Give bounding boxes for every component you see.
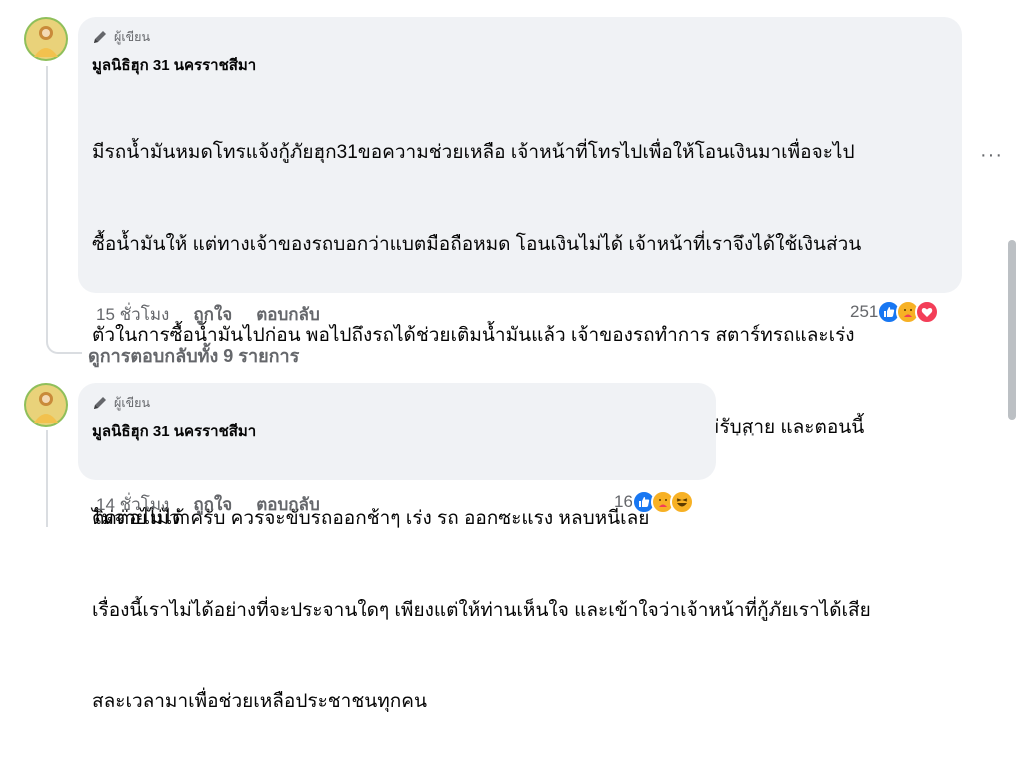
- more-options-button[interactable]: ···: [734, 423, 757, 446]
- comment-line: มีรถน้ำมันหมดโทรแจ้งกู้ภัยฮุก31ขอความช่ว…: [92, 142, 855, 163]
- author-badge-label: ผู้เขียน: [114, 396, 151, 410]
- author-badge: ผู้เขียน: [92, 394, 704, 412]
- reply-button[interactable]: ตอบกลับ: [256, 491, 320, 518]
- author-name[interactable]: มูลนิธิฮุก 31 นครราชสีมา: [92, 56, 950, 76]
- like-button[interactable]: ถูกใจ: [193, 491, 232, 518]
- comment-actions: 14 ชั่วโมง ถูกใจ ตอบกลับ: [96, 491, 320, 518]
- pencil-icon: [94, 31, 106, 43]
- comment-line: ซื้อน้ำมันให้ แต่ทางเจ้าของรถบอกว่าแบตมื…: [92, 233, 862, 255]
- comment-bubble: ผู้เขียน มูลนิธิฮุก 31 นครราชสีมา มีรถน้…: [78, 17, 962, 712]
- author-badge-label: ผู้เขียน: [114, 30, 151, 44]
- comment-timestamp[interactable]: 14 ชั่วโมง: [96, 491, 169, 518]
- scrollbar[interactable]: [1008, 240, 1016, 420]
- reaction-summary[interactable]: 251: [850, 300, 940, 324]
- comment-actions: 15 ชั่วโมง ถูกใจ ตอบกลับ: [96, 301, 320, 328]
- comment-timestamp[interactable]: 15 ชั่วโมง: [96, 301, 169, 328]
- thread-line: [46, 430, 48, 527]
- comment-line: สละเวลามาเพื่อช่วยเหลือประชาชนทุกคน: [92, 691, 427, 712]
- more-options-button[interactable]: ···: [980, 144, 1003, 167]
- author-avatar[interactable]: [24, 383, 68, 427]
- reply-button[interactable]: ตอบกลับ: [256, 301, 320, 328]
- comment-line: เรื่องนี้เราไม่ได้อย่างที่จะประจานใดๆ เพ…: [92, 599, 871, 621]
- pencil-icon: [94, 397, 106, 409]
- reaction-count: 16: [614, 492, 633, 511]
- comment-text: ไม่จ่ายไม่ว่าครับ ควรจะขับรถออกช้าๆ เร่ง…: [92, 443, 704, 596]
- author-avatar[interactable]: [24, 17, 68, 61]
- author-name[interactable]: มูลนิธิฮุก 31 นครราชสีมา: [92, 422, 704, 442]
- author-badge: ผู้เขียน: [92, 28, 950, 46]
- thread-line: [46, 66, 48, 336]
- like-button[interactable]: ถูกใจ: [193, 301, 232, 328]
- view-replies-link[interactable]: ดูการตอบกลับทั้ง 9 รายการ: [88, 341, 299, 370]
- thread-connector: [46, 336, 82, 354]
- haha-icon: [669, 490, 694, 514]
- reaction-count: 251: [850, 302, 879, 321]
- love-icon: [915, 300, 940, 324]
- comment-bubble: ผู้เขียน มูลนิธิฮุก 31 นครราชสีมา ไม่จ่า…: [78, 383, 716, 529]
- reaction-summary[interactable]: 16: [614, 490, 694, 514]
